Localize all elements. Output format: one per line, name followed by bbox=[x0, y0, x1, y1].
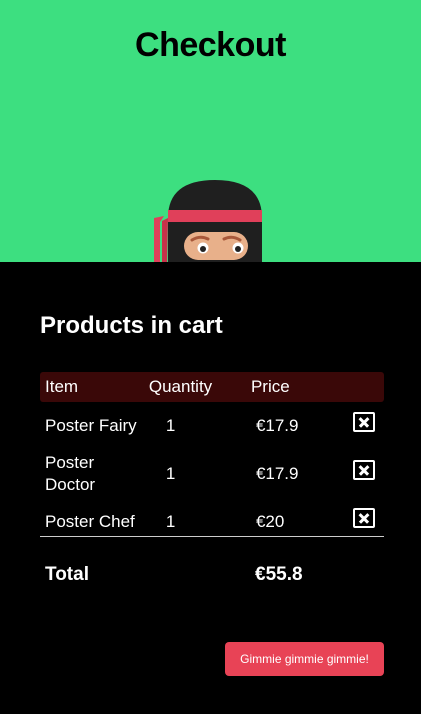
remove-x-icon[interactable] bbox=[353, 507, 376, 528]
table-row: Poster Fairy 1 €17.9 bbox=[40, 402, 384, 450]
total-divider bbox=[40, 536, 384, 537]
total-value: €55.8 bbox=[255, 564, 303, 585]
column-header-remove bbox=[344, 372, 384, 402]
remove-x-icon[interactable] bbox=[353, 411, 376, 432]
item-quantity: 1 bbox=[165, 416, 176, 435]
item-price: €17.9 bbox=[255, 464, 299, 483]
item-quantity: 1 bbox=[165, 512, 176, 531]
remove-x-icon[interactable] bbox=[353, 459, 376, 480]
column-header-quantity: Quantity bbox=[143, 372, 246, 402]
column-header-price: Price bbox=[245, 372, 345, 402]
column-header-item: Item bbox=[40, 372, 144, 402]
table-row: Poster Chef 1 €20 bbox=[40, 498, 384, 546]
item-name: Poster Chef bbox=[45, 512, 135, 531]
item-name: Poster Doctor bbox=[45, 453, 96, 494]
total-label: Total bbox=[45, 564, 89, 585]
item-quantity: 1 bbox=[165, 464, 176, 483]
item-price: €17.9 bbox=[255, 416, 299, 435]
table-header-row: Item Quantity Price bbox=[40, 372, 384, 402]
hero-banner: Checkout bbox=[0, 0, 421, 262]
checkout-button[interactable]: Gimmie gimmie gimmie! bbox=[225, 642, 384, 676]
checkout-page: Checkout Products in cart Item Quantity … bbox=[0, 0, 421, 714]
item-name: Poster Fairy bbox=[45, 416, 137, 435]
item-price: €20 bbox=[255, 512, 285, 531]
page-title: Checkout bbox=[135, 26, 286, 64]
ninja-mascot-icon bbox=[154, 180, 262, 262]
cart-table: Item Quantity Price Poster Fairy 1 €17.9… bbox=[40, 372, 384, 546]
cart-title: Products in cart bbox=[40, 312, 223, 339]
table-row: Poster Doctor 1 €17.9 bbox=[40, 450, 384, 498]
